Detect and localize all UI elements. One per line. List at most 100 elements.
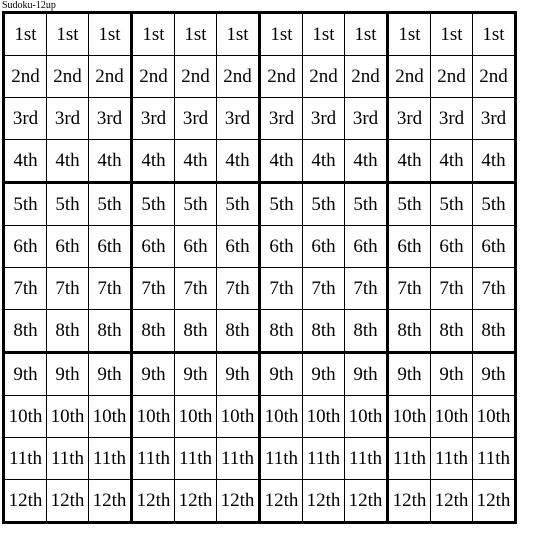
sudoku-cell[interactable]: 6th <box>472 225 516 268</box>
sudoku-cell[interactable]: 3rd <box>46 97 89 140</box>
sudoku-cell[interactable]: 7th <box>131 267 175 310</box>
sudoku-cell[interactable]: 2nd <box>46 55 89 98</box>
sudoku-cell[interactable]: 12th <box>344 479 389 523</box>
sudoku-cell[interactable]: 3rd <box>131 97 175 140</box>
sudoku-cell[interactable]: 5th <box>88 182 133 226</box>
sudoku-cell[interactable]: 9th <box>174 352 217 396</box>
sudoku-cell[interactable]: 6th <box>3 225 47 268</box>
sudoku-cell[interactable]: 2nd <box>387 55 431 98</box>
sudoku-cell[interactable]: 4th <box>216 139 261 184</box>
sudoku-cell[interactable]: 11th <box>216 437 261 480</box>
sudoku-cell[interactable]: 11th <box>259 437 303 480</box>
sudoku-cell[interactable]: 1st <box>88 12 133 56</box>
sudoku-cell[interactable]: 5th <box>174 182 217 226</box>
sudoku-cell[interactable]: 9th <box>3 352 47 396</box>
sudoku-cell[interactable]: 6th <box>430 225 473 268</box>
sudoku-cell[interactable]: 4th <box>387 139 431 184</box>
sudoku-cell[interactable]: 9th <box>302 352 345 396</box>
sudoku-cell[interactable]: 11th <box>46 437 89 480</box>
sudoku-cell[interactable]: 11th <box>430 437 473 480</box>
sudoku-cell[interactable]: 8th <box>387 309 431 354</box>
sudoku-cell[interactable]: 11th <box>302 437 345 480</box>
sudoku-cell[interactable]: 6th <box>216 225 261 268</box>
sudoku-cell[interactable]: 12th <box>46 479 89 523</box>
sudoku-cell[interactable]: 2nd <box>259 55 303 98</box>
sudoku-cell[interactable]: 11th <box>344 437 389 480</box>
sudoku-cell[interactable]: 2nd <box>430 55 473 98</box>
sudoku-cell[interactable]: 4th <box>302 139 345 184</box>
sudoku-cell[interactable]: 7th <box>302 267 345 310</box>
sudoku-cell[interactable]: 3rd <box>387 97 431 140</box>
sudoku-cell[interactable]: 1st <box>430 12 473 56</box>
sudoku-cell[interactable]: 10th <box>344 395 389 438</box>
sudoku-cell[interactable]: 10th <box>387 395 431 438</box>
sudoku-cell[interactable]: 9th <box>387 352 431 396</box>
sudoku-cell[interactable]: 11th <box>88 437 133 480</box>
sudoku-cell[interactable]: 11th <box>3 437 47 480</box>
sudoku-cell[interactable]: 2nd <box>472 55 516 98</box>
sudoku-cell[interactable]: 10th <box>216 395 261 438</box>
sudoku-cell[interactable]: 6th <box>259 225 303 268</box>
sudoku-cell[interactable]: 12th <box>259 479 303 523</box>
sudoku-cell[interactable]: 7th <box>216 267 261 310</box>
sudoku-cell[interactable]: 6th <box>174 225 217 268</box>
sudoku-cell[interactable]: 9th <box>430 352 473 396</box>
sudoku-cell[interactable]: 10th <box>472 395 516 438</box>
sudoku-cell[interactable]: 5th <box>3 182 47 226</box>
sudoku-cell[interactable]: 2nd <box>3 55 47 98</box>
sudoku-cell[interactable]: 9th <box>88 352 133 396</box>
sudoku-cell[interactable]: 5th <box>216 182 261 226</box>
sudoku-cell[interactable]: 8th <box>3 309 47 354</box>
sudoku-cell[interactable]: 6th <box>46 225 89 268</box>
sudoku-cell[interactable]: 2nd <box>302 55 345 98</box>
sudoku-cell[interactable]: 2nd <box>131 55 175 98</box>
sudoku-cell[interactable]: 8th <box>131 309 175 354</box>
sudoku-cell[interactable]: 6th <box>131 225 175 268</box>
sudoku-cell[interactable]: 2nd <box>344 55 389 98</box>
sudoku-cell[interactable]: 1st <box>174 12 217 56</box>
sudoku-cell[interactable]: 12th <box>302 479 345 523</box>
sudoku-cell[interactable]: 1st <box>344 12 389 56</box>
sudoku-cell[interactable]: 4th <box>88 139 133 184</box>
sudoku-cell[interactable]: 9th <box>46 352 89 396</box>
sudoku-cell[interactable]: 7th <box>344 267 389 310</box>
sudoku-cell[interactable]: 5th <box>387 182 431 226</box>
sudoku-cell[interactable]: 1st <box>131 12 175 56</box>
sudoku-cell[interactable]: 4th <box>430 139 473 184</box>
sudoku-cell[interactable]: 1st <box>216 12 261 56</box>
sudoku-cell[interactable]: 3rd <box>88 97 133 140</box>
sudoku-cell[interactable]: 12th <box>216 479 261 523</box>
sudoku-cell[interactable]: 11th <box>472 437 516 480</box>
sudoku-cell[interactable]: 8th <box>88 309 133 354</box>
sudoku-cell[interactable]: 9th <box>259 352 303 396</box>
sudoku-cell[interactable]: 9th <box>216 352 261 396</box>
sudoku-cell[interactable]: 10th <box>88 395 133 438</box>
sudoku-cell[interactable]: 3rd <box>302 97 345 140</box>
sudoku-cell[interactable]: 1st <box>259 12 303 56</box>
sudoku-cell[interactable]: 8th <box>174 309 217 354</box>
sudoku-cell[interactable]: 3rd <box>344 97 389 140</box>
sudoku-cell[interactable]: 3rd <box>3 97 47 140</box>
sudoku-cell[interactable]: 7th <box>88 267 133 310</box>
sudoku-cell[interactable]: 8th <box>46 309 89 354</box>
sudoku-cell[interactable]: 8th <box>216 309 261 354</box>
sudoku-cell[interactable]: 11th <box>131 437 175 480</box>
sudoku-cell[interactable]: 12th <box>472 479 516 523</box>
sudoku-cell[interactable]: 4th <box>3 139 47 184</box>
sudoku-cell[interactable]: 10th <box>3 395 47 438</box>
sudoku-cell[interactable]: 4th <box>174 139 217 184</box>
sudoku-cell[interactable]: 4th <box>259 139 303 184</box>
sudoku-cell[interactable]: 5th <box>430 182 473 226</box>
sudoku-cell[interactable]: 6th <box>88 225 133 268</box>
sudoku-cell[interactable]: 8th <box>472 309 516 354</box>
sudoku-cell[interactable]: 6th <box>302 225 345 268</box>
sudoku-cell[interactable]: 4th <box>472 139 516 184</box>
sudoku-cell[interactable]: 7th <box>259 267 303 310</box>
sudoku-cell[interactable]: 7th <box>46 267 89 310</box>
sudoku-cell[interactable]: 8th <box>302 309 345 354</box>
sudoku-cell[interactable]: 2nd <box>88 55 133 98</box>
sudoku-cell[interactable]: 11th <box>387 437 431 480</box>
sudoku-cell[interactable]: 10th <box>259 395 303 438</box>
sudoku-cell[interactable]: 1st <box>472 12 516 56</box>
sudoku-cell[interactable]: 5th <box>259 182 303 226</box>
